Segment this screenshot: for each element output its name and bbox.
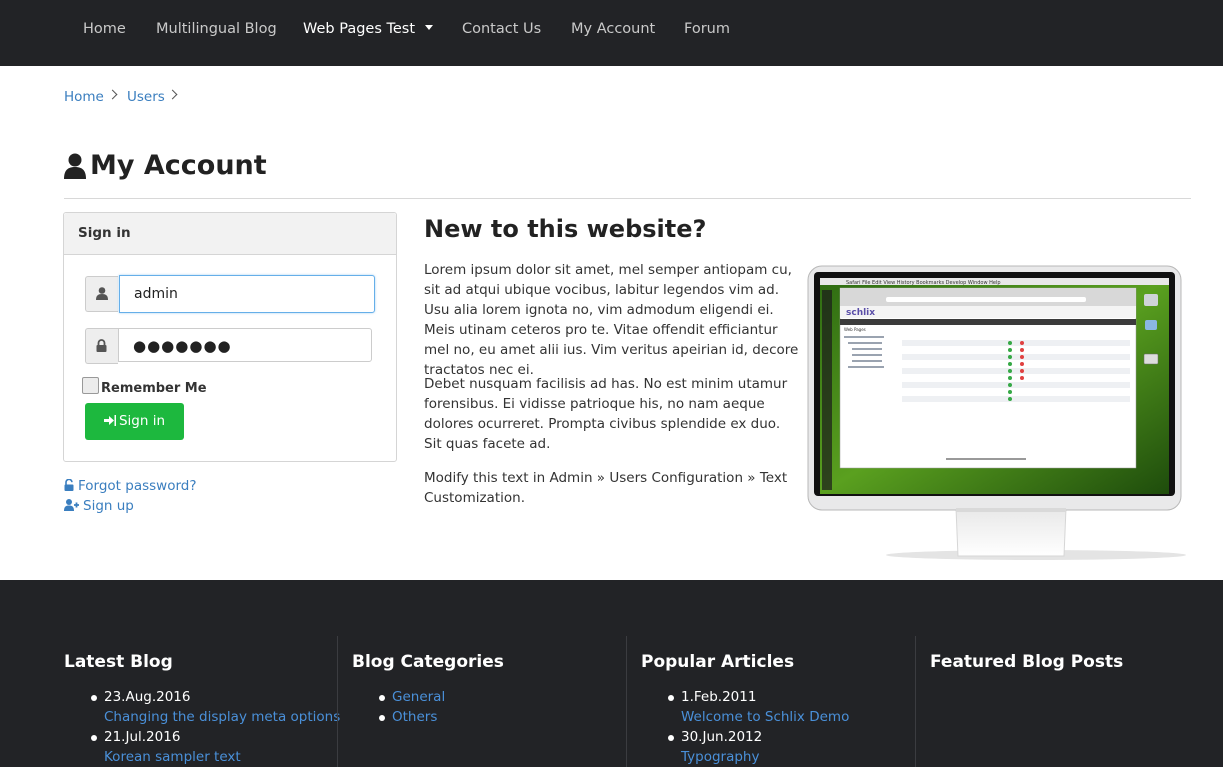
chevron-right-icon [107,89,118,100]
user-plus-icon [64,499,79,511]
unlock-icon [64,478,74,491]
breadcrumb-home[interactable]: Home [64,88,104,106]
bullet-icon [91,735,97,741]
screen-logo-text: schlix [846,308,875,318]
breadcrumb-users[interactable]: Users [127,88,165,106]
category-link-others[interactable]: Others [392,709,437,725]
intro-title: New to this website? [424,215,707,243]
blog-date: 21.Jul.2016 [104,729,181,745]
article-link[interactable]: Welcome to Schlix Demo [681,707,849,727]
list-item: General [379,687,445,707]
article-date: 1.Feb.2011 [681,689,757,705]
article-date: 30.Jun.2012 [681,729,763,745]
password-input[interactable]: ●●●●●●● [118,328,372,362]
footer-featured-title: Featured Blog Posts [930,652,1124,672]
intro-paragraph-2: Debet nusquam facilisis ad has. No est m… [424,376,788,452]
list-item: Others [379,707,437,727]
bullet-icon [668,695,674,701]
chevron-down-icon [425,24,434,30]
list-item: 23.Aug.2016 [91,687,191,707]
bullet-icon [91,695,97,701]
remember-me-checkbox[interactable] [82,377,99,394]
password-addon [85,328,118,364]
sign-up-label: Sign up [83,498,134,514]
sign-in-icon [103,415,116,426]
footer-divider [626,636,627,767]
signin-button-label: Sign in [118,413,166,429]
footer-popular-articles-title: Popular Articles [641,652,795,672]
bullet-icon [379,715,385,721]
category-link-general[interactable]: General [392,689,445,705]
page-title: My Account [64,148,267,184]
blog-date: 23.Aug.2016 [104,689,191,705]
nav-web-pages-test-label: Web Pages Test [303,21,416,37]
nav-contact-us[interactable]: Contact Us [462,0,541,58]
intro-paragraph-1: Lorem ipsum dolor sit amet, mel semper a… [424,262,799,378]
title-divider [64,198,1191,199]
article-link[interactable]: Typography [681,747,759,767]
screen-tab-text: Web Pages [844,327,866,332]
blog-link[interactable]: Changing the display meta options [104,707,340,727]
signin-panel: Sign in admin ●●●●●●● Remember Me Sign i… [63,212,397,462]
top-navbar: Home Multilingual Blog Web Pages Test Co… [0,0,1223,66]
footer-blog-categories-title: Blog Categories [352,652,504,672]
blog-link[interactable]: Korean sampler text [104,747,241,767]
user-icon [64,153,86,189]
user-icon [96,287,108,300]
nav-multilingual-blog[interactable]: Multilingual Blog [156,0,277,58]
chevron-right-icon [167,89,178,100]
sign-up-link[interactable]: Sign up [64,497,134,515]
list-item: 21.Jul.2016 [91,727,181,747]
nav-web-pages-test[interactable]: Web Pages Test [303,0,434,58]
list-item: 30.Jun.2012 [668,727,763,747]
nav-forum[interactable]: Forum [684,0,730,58]
signin-heading: Sign in [78,225,131,241]
username-group: admin [85,275,375,313]
footer: Latest Blog 23.Aug.2016 Changing the dis… [0,580,1223,767]
forgot-password-link[interactable]: Forgot password? [64,477,197,495]
footer-latest-blog-title: Latest Blog [64,652,173,672]
intro-paragraph-3: Modify this text in Admin » Users Config… [424,470,788,506]
signin-panel-header: Sign in [64,213,396,255]
screen-menu-text: Safari File Edit View History Bookmarks … [846,280,1001,286]
bullet-icon [379,695,385,701]
footer-divider [337,636,338,767]
username-addon [85,276,118,312]
list-item: 1.Feb.2011 [668,687,757,707]
page-title-text: My Account [90,150,267,181]
footer-divider [915,636,916,767]
bullet-icon [668,735,674,741]
forgot-password-label: Forgot password? [78,478,197,494]
signin-button[interactable]: Sign in [85,403,184,440]
password-group: ●●●●●●● [85,328,374,364]
lock-icon [96,339,107,352]
nav-home[interactable]: Home [83,0,126,58]
computer-monitor-image: Safari File Edit View History Bookmarks … [806,264,1191,564]
username-input[interactable]: admin [119,275,375,313]
remember-me-label: Remember Me [101,381,207,396]
nav-my-account[interactable]: My Account [571,0,655,58]
